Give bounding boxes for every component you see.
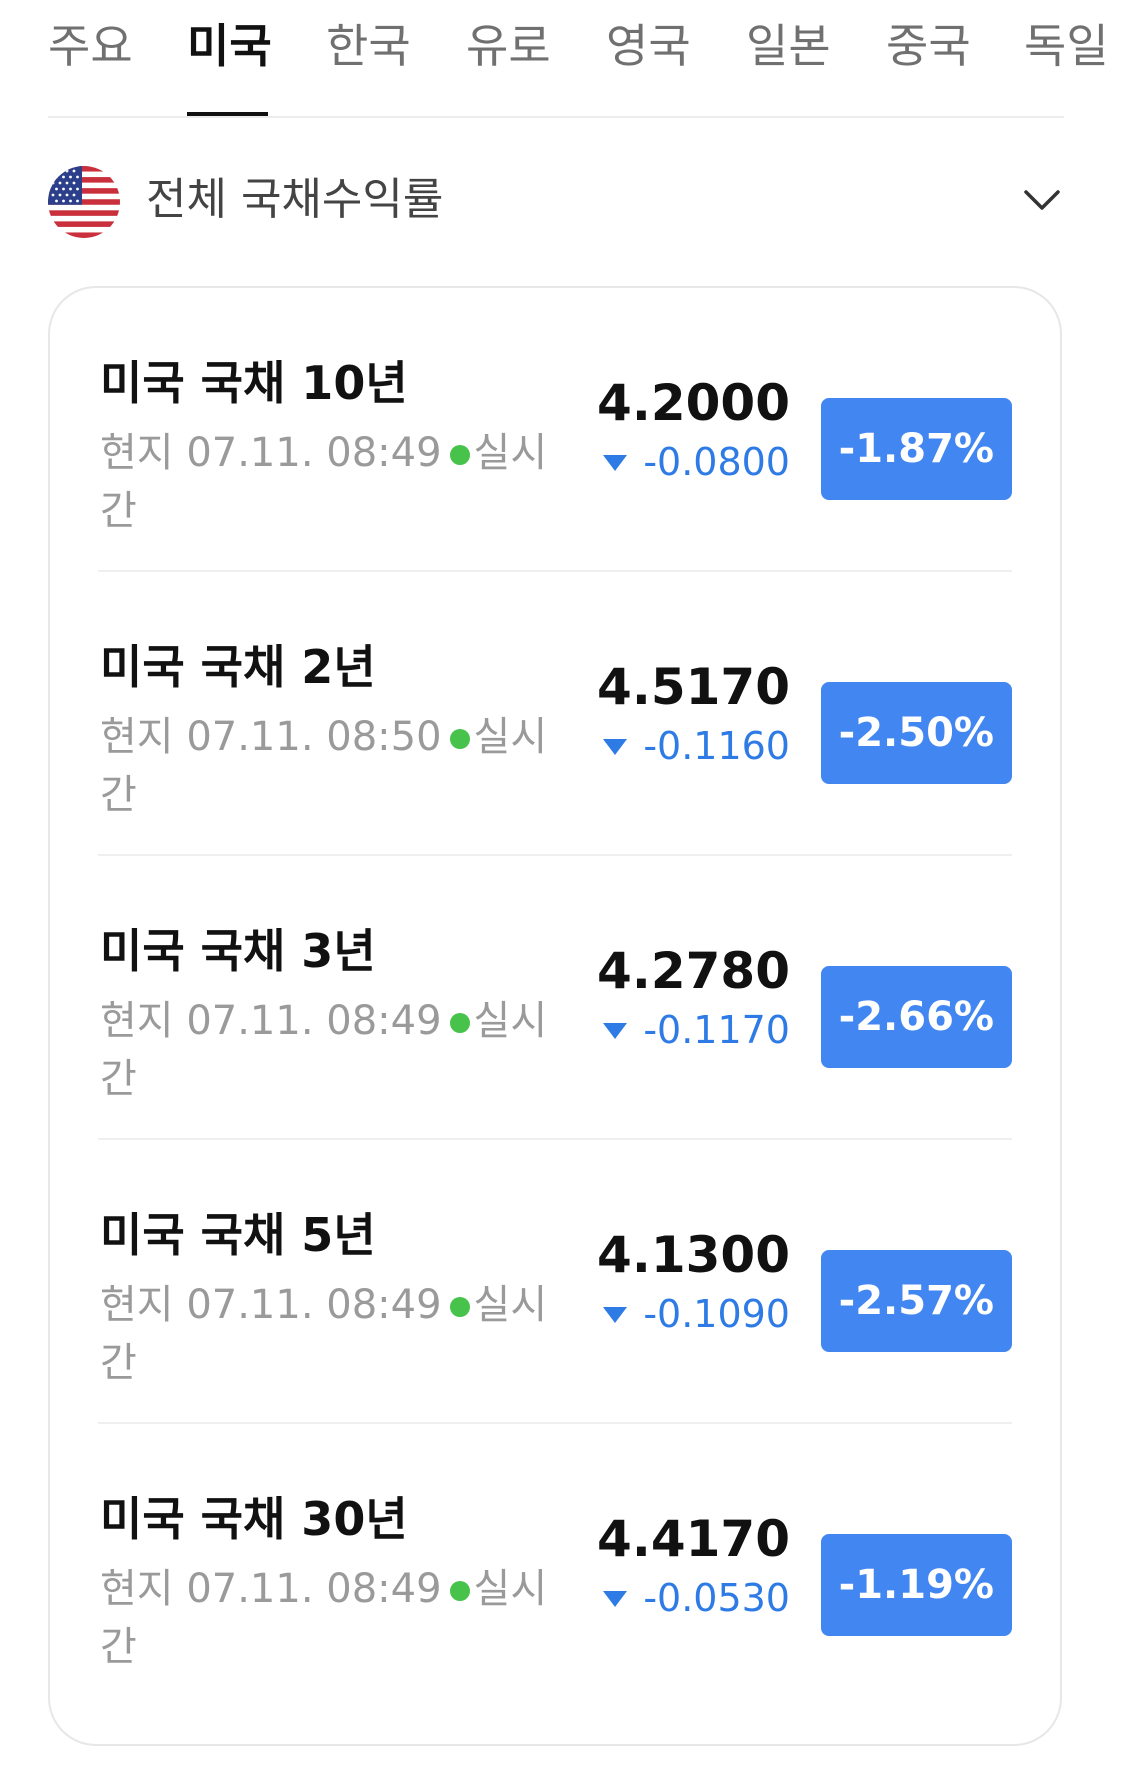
tab-main[interactable]: 주요 (48, 16, 133, 76)
bond-row-5y[interactable]: 미국 국채 5년 현지 07.11. 08:49 실시간 4.1300 -0.10… (50, 1140, 1060, 1424)
tab-euro[interactable]: 유로 (466, 16, 551, 76)
down-triangle-icon (603, 738, 628, 755)
timestamp-text: 현지 07.11. 08:49 (100, 998, 442, 1044)
timestamp-text: 현지 07.11. 08:49 (100, 1282, 442, 1328)
bond-row-3y[interactable]: 미국 국채 3년 현지 07.11. 08:49 실시간 4.2780 -0.11… (50, 856, 1060, 1140)
bond-list-card: 미국 국채 10년 현지 07.11. 08:49 실시간 4.2000 -0.0… (48, 286, 1062, 1746)
change-value: -0.0530 (643, 1576, 790, 1620)
change-value: -0.0800 (643, 440, 790, 484)
bond-name: 미국 국채 30년 (100, 1492, 408, 1546)
live-dot-icon (449, 729, 470, 749)
tab-china[interactable]: 중국 (886, 16, 971, 76)
market-tabs: 주요 미국 한국 유로 영국 일본 중국 독일 (0, 0, 1125, 118)
down-triangle-icon (603, 1022, 628, 1039)
bond-yield: 4.2780 (597, 942, 790, 1000)
bond-yield: 4.2000 (597, 374, 790, 432)
tab-uk[interactable]: 영국 (606, 16, 691, 76)
change-value: -0.1170 (643, 1008, 790, 1052)
percent-change-badge[interactable]: -2.66% (820, 966, 1012, 1068)
bond-name: 미국 국채 5년 (100, 1208, 376, 1262)
us-flag-icon (48, 166, 120, 238)
bond-change: -0.1090 (603, 1290, 790, 1338)
bond-row-10y[interactable]: 미국 국채 10년 현지 07.11. 08:49 실시간 4.2000 -0.0… (50, 288, 1060, 572)
chevron-down-icon[interactable] (1020, 178, 1064, 222)
down-triangle-icon (603, 454, 628, 471)
percent-change-badge[interactable]: -2.57% (820, 1250, 1012, 1352)
bond-name: 미국 국채 3년 (100, 924, 376, 978)
timestamp-text: 현지 07.11. 08:50 (100, 714, 442, 760)
bond-change: -0.1160 (603, 722, 790, 770)
timestamp-text: 현지 07.11. 08:49 (100, 430, 442, 476)
tab-korea[interactable]: 한국 (326, 16, 411, 76)
percent-change-badge[interactable]: -1.87% (820, 398, 1012, 500)
region-title: 전체 국채수익률 (146, 174, 444, 225)
live-dot-icon (449, 1297, 470, 1317)
region-selector[interactable]: 전체 국채수익률 (48, 164, 1064, 240)
tab-germany[interactable]: 독일 (1024, 16, 1109, 76)
bond-yield: 4.1300 (597, 1226, 790, 1284)
bond-timestamp: 현지 07.11. 08:49 실시간 (100, 1560, 560, 1676)
change-value: -0.1090 (643, 1292, 790, 1336)
change-value: -0.1160 (643, 724, 790, 768)
live-dot-icon (449, 1581, 470, 1601)
tab-japan[interactable]: 일본 (746, 16, 831, 76)
live-dot-icon (449, 445, 470, 465)
bond-name: 미국 국채 10년 (100, 356, 408, 410)
live-dot-icon (449, 1013, 470, 1033)
bond-name: 미국 국채 2년 (100, 640, 376, 694)
bond-change: -0.0800 (603, 438, 790, 486)
bond-row-2y[interactable]: 미국 국채 2년 현지 07.11. 08:50 실시간 4.5170 -0.11… (50, 572, 1060, 856)
down-triangle-icon (603, 1590, 628, 1607)
bond-timestamp: 현지 07.11. 08:49 실시간 (100, 424, 560, 540)
percent-change-badge[interactable]: -2.50% (820, 682, 1012, 784)
timestamp-text: 현지 07.11. 08:49 (100, 1566, 442, 1612)
percent-change-badge[interactable]: -1.19% (820, 1534, 1012, 1636)
bond-row-30y[interactable]: 미국 국채 30년 현지 07.11. 08:49 실시간 4.4170 -0.0… (50, 1424, 1060, 1708)
bond-timestamp: 현지 07.11. 08:49 실시간 (100, 1276, 560, 1392)
tab-us[interactable]: 미국 (187, 16, 272, 76)
bond-timestamp: 현지 07.11. 08:49 실시간 (100, 992, 560, 1108)
down-triangle-icon (603, 1306, 628, 1323)
bond-yield: 4.5170 (597, 658, 790, 716)
bond-yield: 4.4170 (597, 1510, 790, 1568)
bond-change: -0.1170 (603, 1006, 790, 1054)
tabs-divider (48, 116, 1064, 118)
bond-timestamp: 현지 07.11. 08:50 실시간 (100, 708, 560, 824)
bond-change: -0.0530 (603, 1574, 790, 1622)
